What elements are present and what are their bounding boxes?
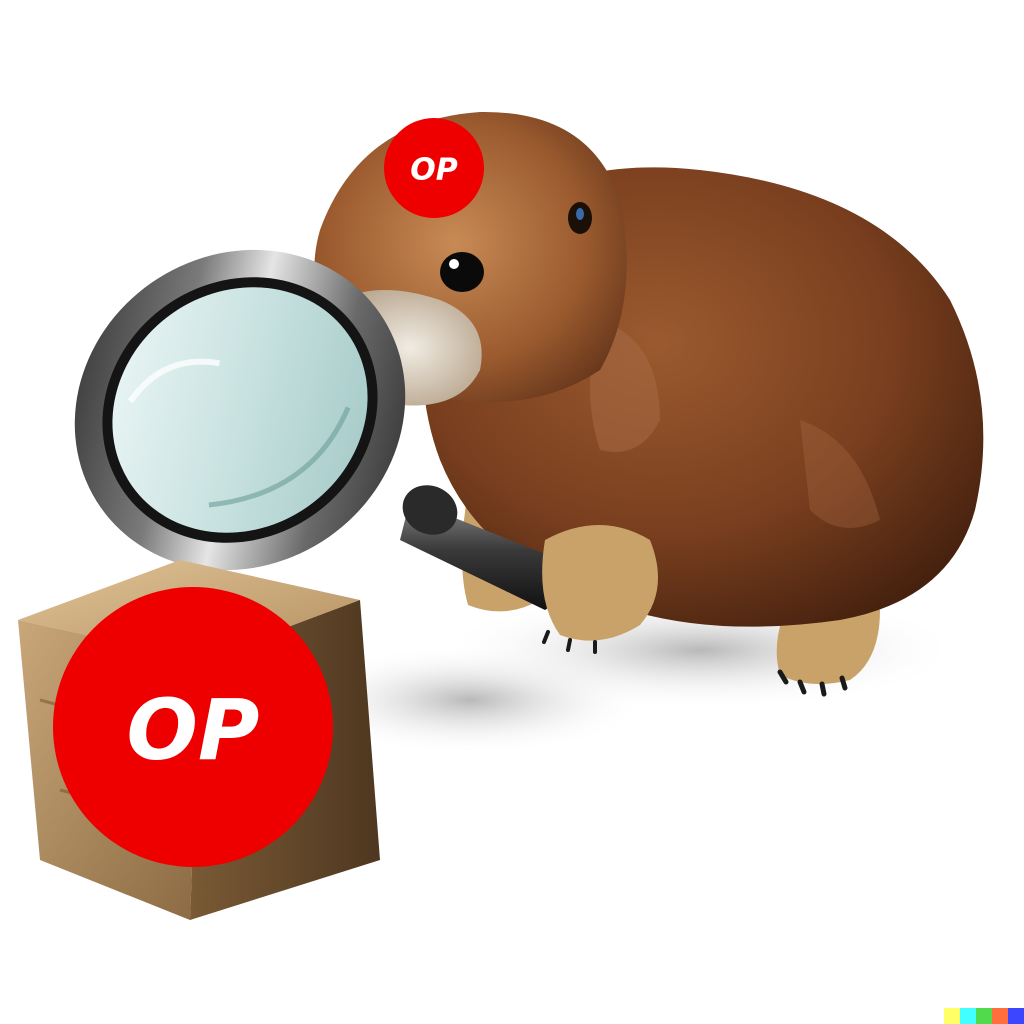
small-op-badge-text: OP <box>410 153 458 188</box>
ear-highlight <box>576 208 584 220</box>
watermark-swatch <box>960 1008 976 1024</box>
front-paw <box>542 525 658 641</box>
large-op-badge-text: OP <box>127 681 260 779</box>
watermark-swatch <box>992 1008 1008 1024</box>
watermark-swatch <box>1008 1008 1024 1024</box>
illustration-canvas: OP OP <box>18 111 984 920</box>
watermark-swatch <box>944 1008 960 1024</box>
watermark-swatch <box>976 1008 992 1024</box>
eye <box>440 252 484 292</box>
watermark-color-strip <box>944 1008 1024 1024</box>
eye-highlight <box>449 259 459 269</box>
illustration: OP OP <box>0 0 1024 1024</box>
